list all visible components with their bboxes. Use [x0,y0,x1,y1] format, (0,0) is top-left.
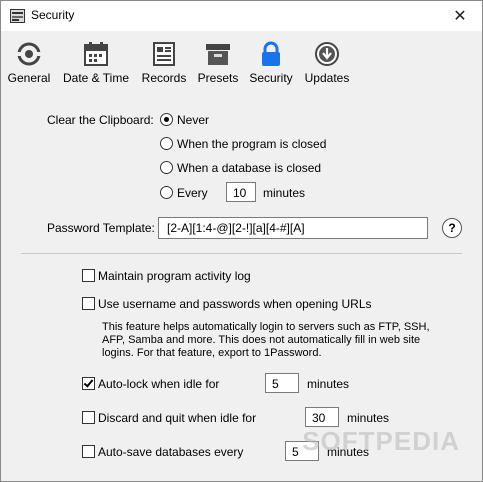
tab-security[interactable]: Security [247,39,295,89]
urls-checkbox[interactable] [82,297,95,310]
discard-label: Discard and quit when idle for [98,411,257,425]
tab-label: Date & Time [62,71,130,85]
autolock-unit: minutes [307,377,350,391]
presets-icon [206,44,230,65]
calendar-icon [84,42,108,66]
tab-label: Security [249,71,293,85]
clipboard-label: Clear the Clipboard: [47,113,154,127]
tab-date-time[interactable]: Date & Time [61,39,131,89]
preferences-toolbar: General Date & Time Records Presets Secu… [1,31,482,91]
radio-every-label: Every [177,186,208,200]
window-title: Security [31,8,75,22]
general-icon [17,42,41,66]
clipboard-minutes-input[interactable]: 10 [226,182,256,202]
help-button[interactable]: ? [442,218,462,238]
urls-description: This feature helps automatically login t… [102,321,430,359]
password-template-input[interactable]: [2-A][1:4-@][2-!][a][4-#][A] [158,217,428,239]
watermark: SOFTPEDIA [302,426,460,456]
autolock-label: Auto-lock when idle for [98,377,220,391]
close-button[interactable]: ✕ [438,1,482,31]
radio-database-closed[interactable] [160,161,173,174]
app-icon [10,9,25,23]
discard-unit: minutes [347,411,390,425]
tab-updates[interactable]: Updates [302,39,352,89]
radio-never-label: Never [177,113,210,127]
urls-label: Use username and passwords when opening … [98,297,372,311]
tab-label: Updates [304,71,350,85]
radio-database-closed-label: When a database is closed [177,161,322,175]
tab-label: General [7,71,51,85]
tab-general[interactable]: General [5,39,53,89]
autosave-label: Auto-save databases every [98,445,244,459]
tab-presets[interactable]: Presets [195,39,241,89]
clipboard-minutes-unit: minutes [263,186,306,200]
tab-records[interactable]: Records [139,39,189,89]
security-pane: Clear the Clipboard: Never When the prog… [1,93,482,481]
radio-never[interactable] [160,113,173,126]
discard-minutes-input[interactable]: 30 [305,407,339,427]
autosave-checkbox[interactable] [82,445,95,458]
security-window: Security ✕ General Date & Time Records P… [0,0,483,482]
radio-program-closed-label: When the program is closed [177,137,327,151]
autolock-checkbox[interactable] [82,377,95,390]
close-icon: ✕ [453,8,467,25]
password-template-label: Password Template: [47,221,155,235]
tab-label: Presets [197,71,239,85]
title-bar: Security ✕ [1,1,482,31]
download-icon [315,42,339,66]
records-icon [153,42,175,66]
autolock-minutes-input[interactable]: 5 [265,373,299,393]
activity-log-label: Maintain program activity log [98,269,251,283]
radio-program-closed[interactable] [160,137,173,150]
separator [21,253,462,254]
activity-log-checkbox[interactable] [82,269,95,282]
radio-every[interactable] [160,186,173,199]
lock-icon [262,41,280,66]
discard-checkbox[interactable] [82,411,95,424]
tab-label: Records [141,71,187,85]
